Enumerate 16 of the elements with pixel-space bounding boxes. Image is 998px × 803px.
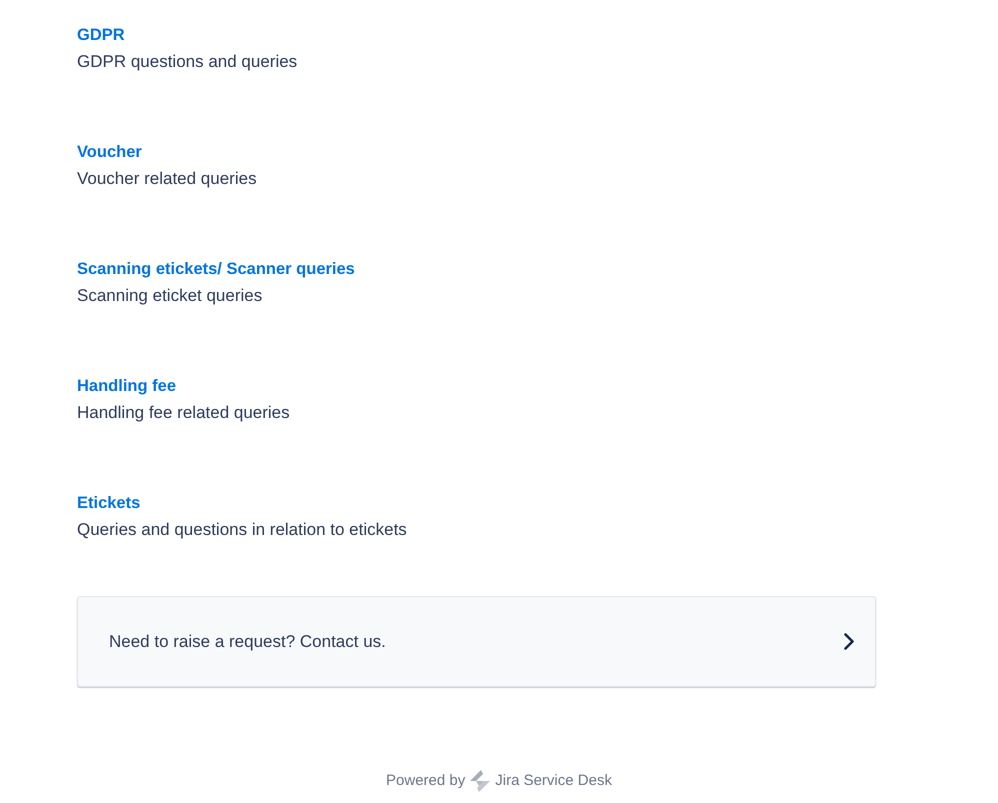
- category-description: Queries and questions in relation to etickets: [77, 519, 408, 541]
- lightning-logo-icon: [469, 770, 492, 792]
- product-name-text: Jira Service Desk: [495, 771, 612, 791]
- category-description: Voucher related queries: [77, 168, 258, 190]
- chevron-right-icon: [843, 633, 855, 650]
- category-link[interactable]: Handling fee: [77, 374, 176, 398]
- powered-by-text: Powered by: [386, 771, 466, 791]
- category-link[interactable]: Voucher: [77, 140, 142, 164]
- category-link[interactable]: Scanning etickets/ Scanner queries: [77, 257, 355, 281]
- contact-us-text: Need to raise a request? Contact us.: [109, 630, 386, 653]
- contact-us-card[interactable]: Need to raise a request? Contact us.: [77, 596, 876, 687]
- category-description: GDPR questions and queries: [77, 51, 298, 73]
- category-link[interactable]: GDPR: [77, 23, 125, 47]
- category-link[interactable]: Etickets: [77, 491, 140, 515]
- category-description: Scanning eticket queries: [77, 285, 264, 307]
- category-description: Handling fee related queries: [77, 402, 291, 424]
